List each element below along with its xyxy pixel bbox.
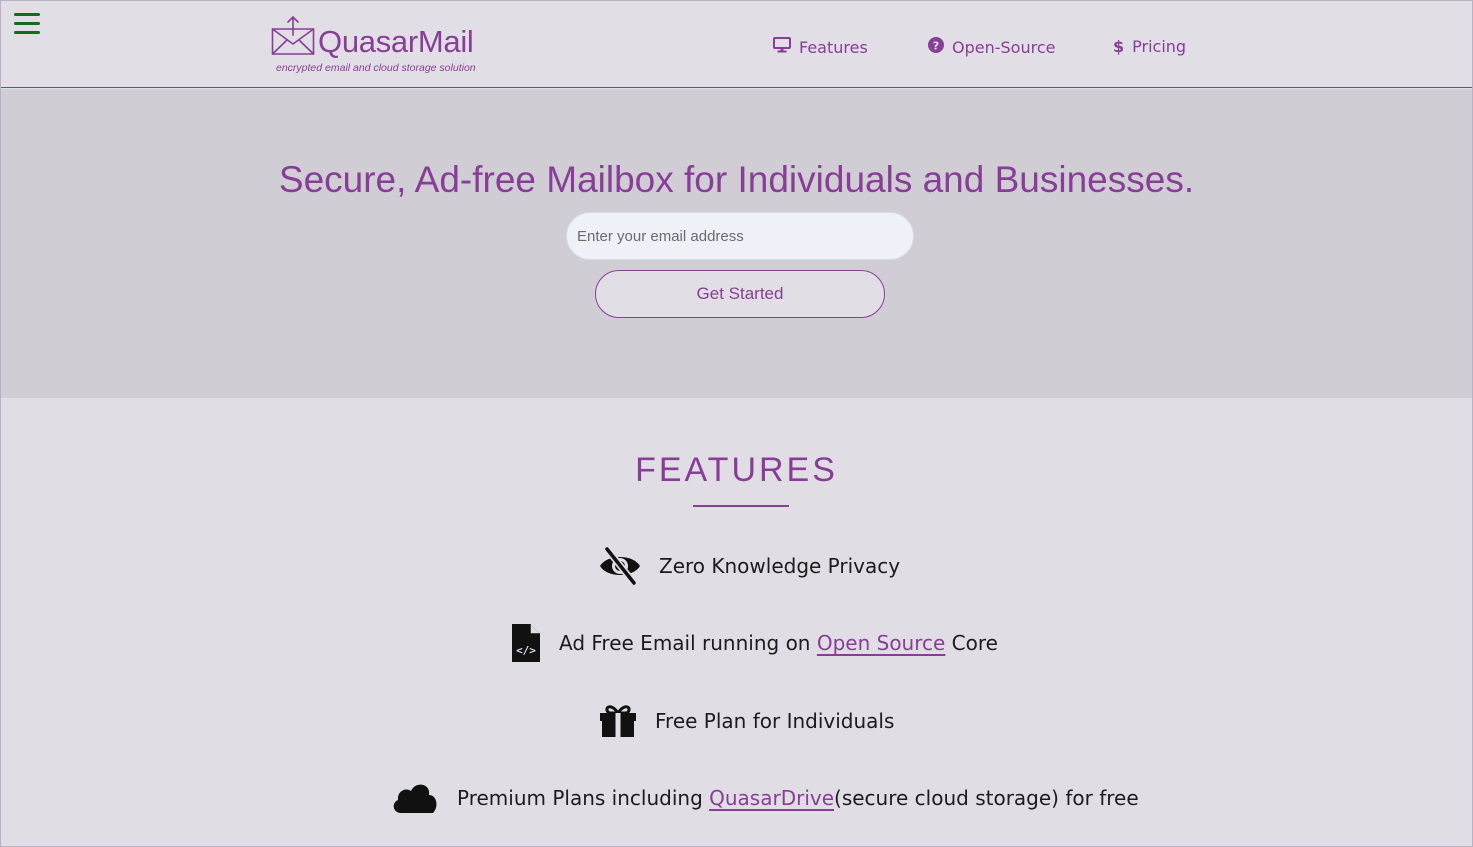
file-code-icon: </> [511,623,541,663]
email-input[interactable] [566,212,914,260]
envelope-upload-icon [271,16,315,55]
feature-item-open-source: </> Ad Free Email running on Open Source… [511,623,998,663]
get-started-button[interactable]: Get Started [595,270,885,318]
feature-item-premium: Premium Plans including QuasarDrive (sec… [391,781,1139,815]
features-heading: FEATURES [635,451,838,489]
eye-slash-icon [599,547,641,585]
feature-text-suffix: (secure cloud storage) for free [834,786,1139,810]
cloud-icon [391,781,439,815]
nav-open-source[interactable]: ? Open-Source [928,37,1055,57]
feature-item-free-plan: Free Plan for Individuals [599,704,894,738]
nav-pricing-label: Pricing [1132,37,1187,56]
brand-logo[interactable]: QuasarMail encrypted email and cloud sto… [271,15,491,77]
nav-open-source-label: Open-Source [952,37,1056,57]
feature-text-prefix: Ad Free Email running on [559,631,817,655]
nav-features-label: Features [799,37,868,57]
hero-section: Secure, Ad-free Mailbox for Individuals … [1,89,1472,398]
quasardrive-link[interactable]: QuasarDrive [709,786,834,810]
features-divider [693,505,789,507]
feature-text: Zero Knowledge Privacy [659,554,901,578]
nav-pricing[interactable]: $ Pricing [1113,37,1186,56]
open-source-link[interactable]: Open Source [817,631,945,655]
hamburger-menu-icon[interactable] [14,13,40,34]
monitor-icon [773,37,791,57]
svg-text:?: ? [933,39,939,52]
feature-text-prefix: Premium Plans including [457,786,710,810]
brand-tagline: encrypted email and cloud storage soluti… [276,62,476,74]
question-circle-icon: ? [928,37,944,57]
feature-item-zero-knowledge: Zero Knowledge Privacy [599,547,900,585]
site-header: QuasarMail encrypted email and cloud sto… [1,1,1472,88]
feature-text: Free Plan for Individuals [655,709,895,733]
brand-name: QuasarMail [318,24,474,59]
svg-text:</>: </> [516,644,536,657]
feature-text-suffix: Core [945,631,998,655]
nav-features[interactable]: Features [773,37,868,57]
gift-icon [599,704,637,738]
hero-headline: Secure, Ad-free Mailbox for Individuals … [278,159,1195,200]
dollar-icon: $ [1113,37,1125,56]
